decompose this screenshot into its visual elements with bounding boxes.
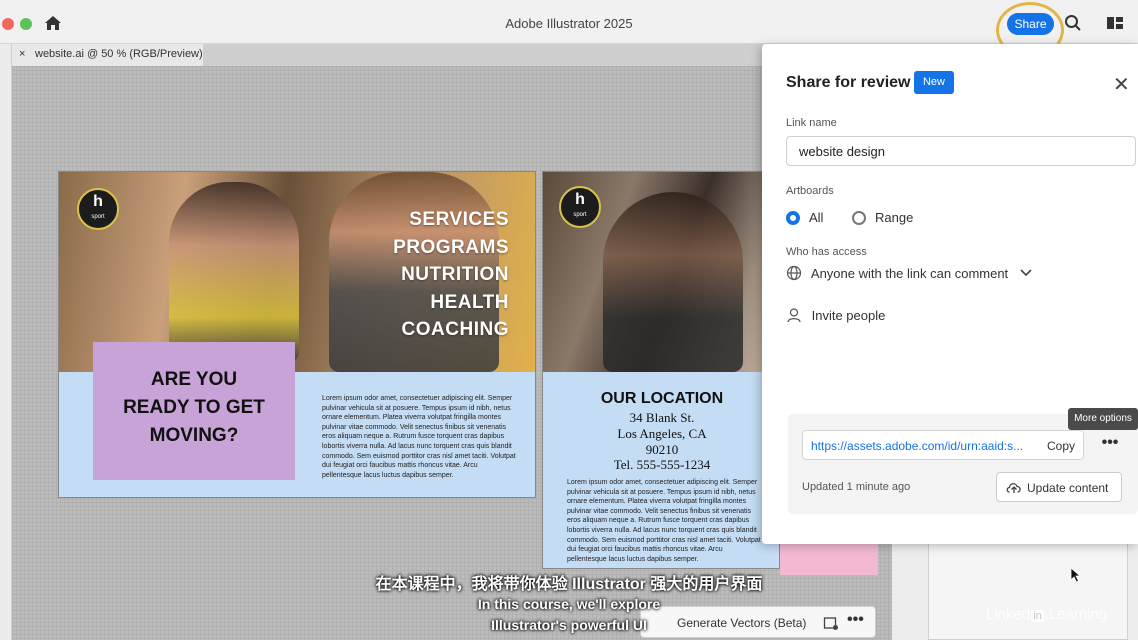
woman-figure <box>169 182 299 362</box>
body-text: Lorem ipsum odor amet, consectetuer adip… <box>322 395 516 479</box>
services-list: SERVICES PROGRAMS NUTRITION HEALTH COACH… <box>393 206 509 344</box>
share-button[interactable]: Share <box>1007 13 1054 35</box>
link-name-input[interactable]: website design <box>786 136 1136 166</box>
link-name-label: Link name <box>786 117 837 129</box>
brand-logo: h sport <box>77 188 119 230</box>
cloud-upload-icon <box>1006 483 1021 493</box>
body-text: Lorem ipsum odor amet, consectetuer adip… <box>567 479 761 563</box>
close-tab-icon[interactable]: × <box>19 48 25 60</box>
athlete-figure <box>603 192 743 372</box>
headline-line: ARE YOU <box>150 369 238 390</box>
update-content-button[interactable]: Update content <box>996 472 1122 502</box>
brand-logo: h sport <box>559 186 601 228</box>
document-tab-label: website.ai @ 50 % (RGB/Preview) <box>35 48 203 60</box>
services-item: PROGRAMS <box>393 236 509 258</box>
services-item: SERVICES <box>409 209 509 230</box>
globe-icon <box>786 265 802 281</box>
update-content-label: Update content <box>1027 481 1109 495</box>
radio-range-label[interactable]: Range <box>875 210 913 225</box>
services-item: NUTRITION <box>401 264 509 285</box>
address-line: Los Angeles, CA <box>617 426 707 441</box>
invite-label: Invite people <box>811 308 886 323</box>
access-dropdown[interactable]: Anyone with the link can comment <box>786 265 1032 281</box>
radio-all-label[interactable]: All <box>809 210 823 225</box>
location-title: OUR LOCATION <box>600 390 724 407</box>
radio-range[interactable] <box>852 211 866 225</box>
phone-line: Tel. 555-555-1234 <box>613 457 711 472</box>
more-options-button[interactable]: ••• <box>1096 430 1124 460</box>
artboards-label: Artboards <box>786 185 834 197</box>
address-line: 90210 <box>645 442 679 457</box>
title-bar: Adobe Illustrator 2025 Share <box>0 0 1138 58</box>
radio-all[interactable] <box>786 211 800 225</box>
tools-panel[interactable] <box>0 44 12 640</box>
share-url-field[interactable]: https://assets.adobe.com/id/urn:aaid:s..… <box>802 430 1084 460</box>
headline-box: ARE YOU READY TO GET MOVING? <box>93 342 295 480</box>
address-line: 34 Blank St. <box>629 410 695 425</box>
services-item: HEALTH <box>430 291 509 313</box>
search-icon[interactable] <box>1064 14 1082 32</box>
headline-line: MOVING? <box>149 425 239 446</box>
headline-line: READY TO GET <box>123 397 265 418</box>
mouse-cursor-icon <box>1070 567 1082 583</box>
close-icon[interactable]: ✕ <box>1113 72 1130 97</box>
subtitle-chinese: 在本课程中，我将带你体验 Illustrator 强大的用户界面 <box>375 576 763 593</box>
share-for-review-panel: Share for review New ✕ Link name website… <box>762 44 1138 544</box>
new-badge: New <box>914 71 954 94</box>
copy-button[interactable]: Copy <box>1047 439 1075 453</box>
access-label: Who has access <box>786 246 867 258</box>
share-url[interactable]: https://assets.adobe.com/id/urn:aaid:s..… <box>811 439 1031 453</box>
subtitle-english-line1: In this course, we'll explore <box>477 596 661 612</box>
updated-status: Updated 1 minute ago <box>802 481 911 493</box>
panels-icon[interactable] <box>1106 16 1124 30</box>
linkedin-learning-logo: Linked in Learning <box>986 606 1108 623</box>
panel-title: Share for review <box>786 74 911 91</box>
app-title: Adobe Illustrator 2025 <box>505 16 633 31</box>
artboard-2[interactable]: h sport OUR LOCATION 34 Blank St. Los An… <box>542 171 780 569</box>
person-add-icon <box>787 308 801 323</box>
subtitle-english-line2: Illustrator's powerful UI <box>491 617 647 633</box>
more-options-tooltip: More options <box>1068 408 1138 430</box>
document-tab[interactable]: × website.ai @ 50 % (RGB/Preview) <box>12 44 204 66</box>
invite-people-button[interactable]: Invite people <box>786 307 885 323</box>
artboard-1[interactable]: h sport SERVICES PROGRAMS NUTRITION HEAL… <box>58 171 536 498</box>
chevron-down-icon <box>1020 269 1032 277</box>
access-value: Anyone with the link can comment <box>810 266 1009 281</box>
services-item: COACHING <box>401 319 509 340</box>
